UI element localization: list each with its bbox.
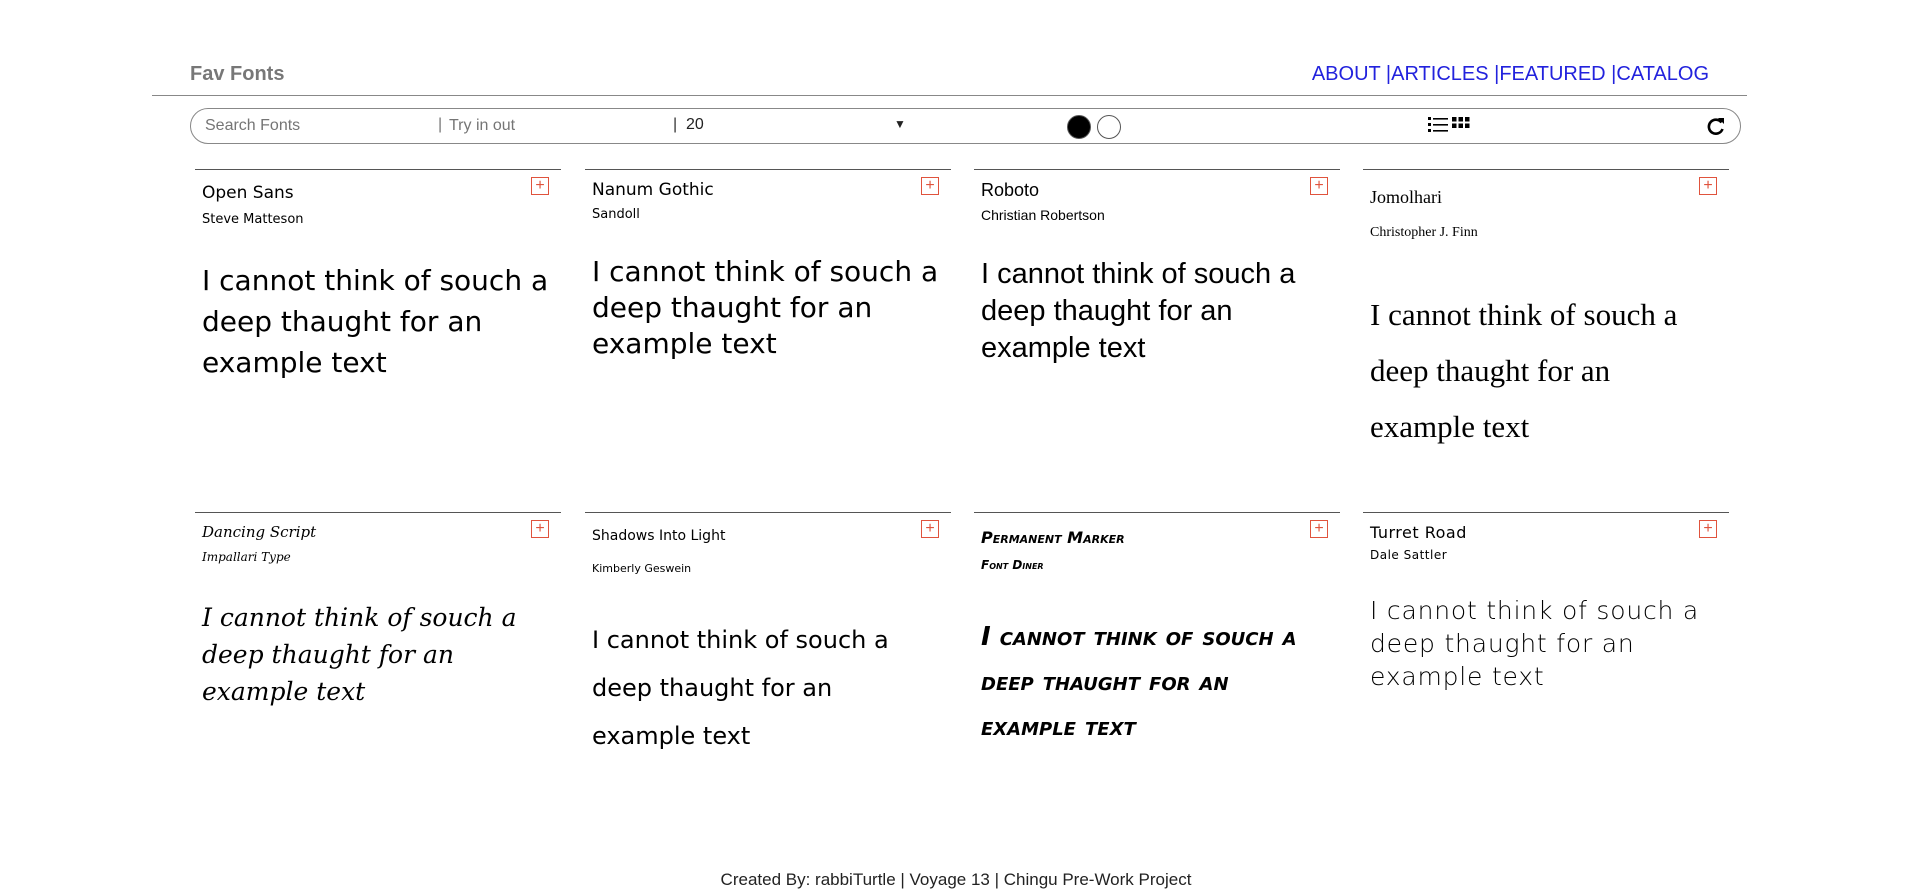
refresh-icon[interactable]: [1706, 115, 1726, 142]
font-designer: Christian Robertson: [981, 207, 1105, 223]
font-name: Jomolhari: [1370, 187, 1442, 207]
brand-logo[interactable]: Fav Fonts: [190, 63, 284, 86]
try-text-input[interactable]: [449, 109, 669, 143]
font-sample-text: I cannot think of souch a deep thaught f…: [202, 264, 549, 379]
font-size-select[interactable]: 20: [686, 116, 704, 134]
font-card: + Permanent Marker Font Diner I cannot t…: [974, 512, 1340, 763]
list-view-icon[interactable]: [1428, 115, 1448, 133]
font-card: + Turret Road Dale Sattler I cannot thin…: [1363, 512, 1729, 763]
search-input[interactable]: [205, 109, 425, 143]
font-designer: Kimberly Geswein: [592, 562, 692, 575]
grid-view-icon[interactable]: [1452, 115, 1470, 133]
font-sample-text: I cannot think of souch a deep thaught f…: [1370, 596, 1700, 691]
font-name: Open Sans: [202, 183, 294, 203]
font-sample-text: I cannot think of souch a deep thaught f…: [592, 255, 939, 360]
add-icon[interactable]: +: [921, 177, 939, 195]
nav-about[interactable]: ABOUT |: [1312, 63, 1391, 85]
font-sample-text: I cannot think of souch a deep thaught f…: [592, 626, 889, 750]
font-name: Shadows Into Light: [592, 528, 726, 544]
font-sample-text: I cannot think of souch a deep thaught f…: [202, 603, 517, 706]
font-name: Permanent Marker: [981, 528, 1125, 547]
font-name: Roboto: [981, 180, 1040, 200]
add-icon[interactable]: +: [531, 177, 549, 195]
font-card: + Roboto Christian Robertson I cannot th…: [974, 169, 1340, 490]
font-card: + Nanum Gothic Sandoll I cannot think of…: [585, 169, 951, 490]
font-card: + Open Sans Steve Matteson I cannot thin…: [195, 169, 561, 490]
add-icon[interactable]: +: [1699, 520, 1717, 538]
font-card: + Dancing Script Impallari Type I cannot…: [195, 512, 561, 763]
toolbar: | | 20 ▼: [190, 108, 1741, 144]
toolbar-separator: |: [673, 116, 678, 133]
view-toggle: [1428, 115, 1470, 133]
toolbar-separator: |: [438, 116, 443, 133]
main-nav: ABOUT |ARTICLES |FEATURED |CATALOG: [1312, 63, 1709, 86]
font-name: Dancing Script: [202, 523, 317, 541]
chevron-down-icon[interactable]: ▼: [894, 117, 906, 131]
nav-articles[interactable]: ARTICLES |: [1391, 63, 1499, 85]
add-icon[interactable]: +: [1310, 177, 1328, 195]
font-designer: Christopher J. Finn: [1370, 225, 1478, 240]
font-card: + Shadows Into Light Kimberly Geswein I …: [585, 512, 951, 763]
site-header: Fav Fonts ABOUT |ARTICLES |FEATURED |CAT…: [152, 55, 1747, 96]
font-designer: Sandoll: [592, 207, 640, 222]
font-sample-text: I cannot think of souch a deep thaught f…: [1370, 297, 1678, 444]
light-theme-icon[interactable]: [1097, 115, 1121, 139]
font-card: + Jomolhari Christopher J. Finn I cannot…: [1363, 169, 1729, 490]
footer-credit: Created By: rabbiTurtle | Voyage 13 | Ch…: [720, 870, 1192, 889]
dark-theme-icon[interactable]: [1067, 115, 1091, 139]
font-designer: Font Diner: [981, 558, 1044, 572]
add-icon[interactable]: +: [531, 520, 549, 538]
add-icon[interactable]: +: [921, 520, 939, 538]
font-name: Nanum Gothic: [592, 180, 714, 200]
font-name: Turret Road: [1370, 523, 1467, 542]
nav-catalog[interactable]: CATALOG: [1616, 63, 1709, 85]
font-sample-text: I cannot think of souch a deep thaught f…: [981, 258, 1296, 364]
add-icon[interactable]: +: [1310, 520, 1328, 538]
add-icon[interactable]: +: [1699, 177, 1717, 195]
font-sample-text: I cannot think of souch a deep thaught f…: [981, 622, 1297, 742]
font-designer: Impallari Type: [202, 550, 291, 564]
nav-featured[interactable]: FEATURED |: [1499, 63, 1616, 85]
font-designer: Steve Matteson: [202, 212, 304, 227]
font-designer: Dale Sattler: [1370, 548, 1448, 562]
